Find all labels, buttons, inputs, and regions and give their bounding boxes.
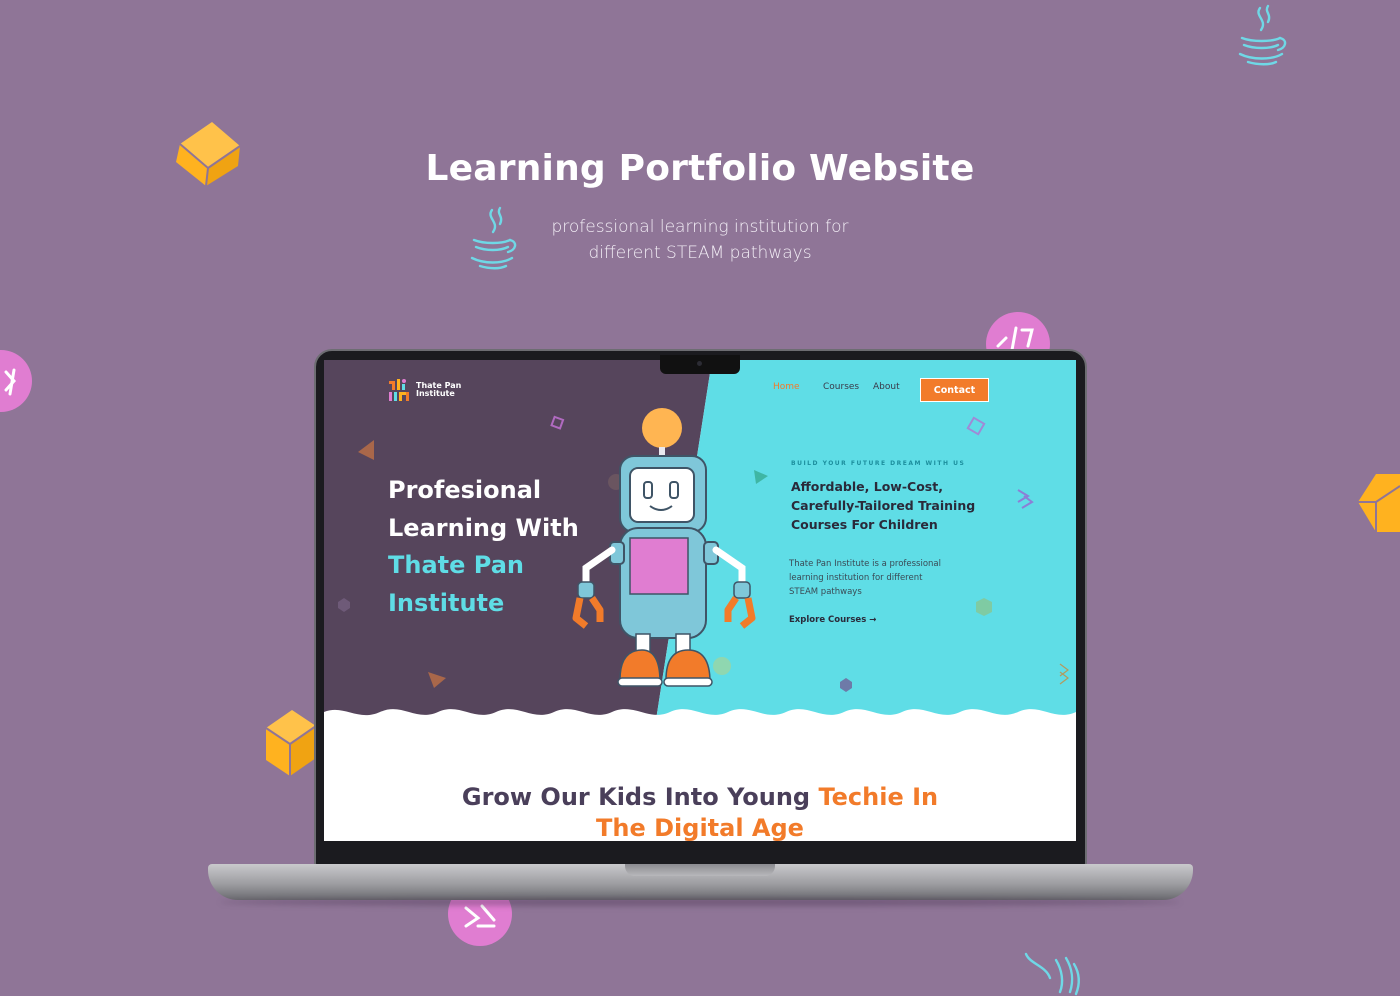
cube-icon — [1358, 474, 1400, 532]
logo-icon — [389, 379, 409, 401]
site-logo[interactable]: Thate Pan Institute — [388, 378, 466, 402]
hero-title: Profesional Learning With Thate Pan Inst… — [388, 472, 608, 622]
explore-courses-link[interactable]: Explore Courses → — [789, 615, 876, 625]
cube-icon — [265, 710, 317, 776]
hero-headline-line3: Courses For Children — [791, 517, 938, 532]
contact-button[interactable]: Contact — [920, 378, 989, 402]
hero-eyebrow: BUILD YOUR FUTURE DREAM WITH US — [791, 460, 966, 467]
logo-line2: Institute — [416, 389, 455, 398]
camera-dot — [697, 361, 702, 366]
hero-headline: Affordable, Low-Cost, Carefully-Tailored… — [791, 477, 991, 534]
logo-text: Thate Pan Institute — [416, 382, 466, 398]
hero-title-line3: Thate Pan — [388, 551, 524, 579]
nav-courses[interactable]: Courses — [823, 382, 859, 392]
slide-subtitle-line1: professional learning institution for — [551, 217, 849, 237]
hero-title-line2: Learning With — [388, 513, 579, 542]
hero-blurb: Thate Pan Institute is a professional le… — [789, 557, 969, 599]
laptop-shadow — [220, 898, 1180, 906]
website-screen: Thate Pan Institute Home Courses About C… — [324, 360, 1076, 841]
java-cup-icon — [470, 206, 517, 270]
java-cup-icon — [1024, 952, 1080, 996]
nav-about[interactable]: About — [873, 382, 900, 392]
slide-subtitle-line2: different STEAM pathways — [588, 243, 812, 263]
cube-icon — [176, 122, 241, 187]
hero-blurb-line1: Thate Pan Institute is a professional — [789, 559, 941, 569]
nav-home[interactable]: Home — [773, 382, 800, 392]
hero-headline-line2: Carefully-Tailored Training — [791, 498, 976, 513]
hero-title-line4: Institute — [388, 588, 505, 617]
hero-title-line1: Profesional — [388, 476, 542, 504]
hero-blurb-line2: learning institution for different — [789, 573, 923, 583]
java-cup-icon — [1238, 4, 1287, 66]
slide-subtitle: professional learning institution for di… — [500, 214, 900, 266]
section-heading-line2: The Digital Age — [596, 814, 804, 841]
section-heading-orange: Techie In — [818, 783, 939, 811]
hero-headline-line1: Affordable, Low-Cost, — [791, 479, 943, 494]
laptop-groove — [625, 864, 775, 876]
section-heading-dark: Grow Our Kids Into Young — [461, 783, 819, 811]
hero-blurb-line3: STEAM pathways — [789, 587, 862, 597]
section-heading: Grow Our Kids Into Young Techie In The D… — [324, 782, 1076, 841]
code-tag-icon — [0, 350, 32, 412]
